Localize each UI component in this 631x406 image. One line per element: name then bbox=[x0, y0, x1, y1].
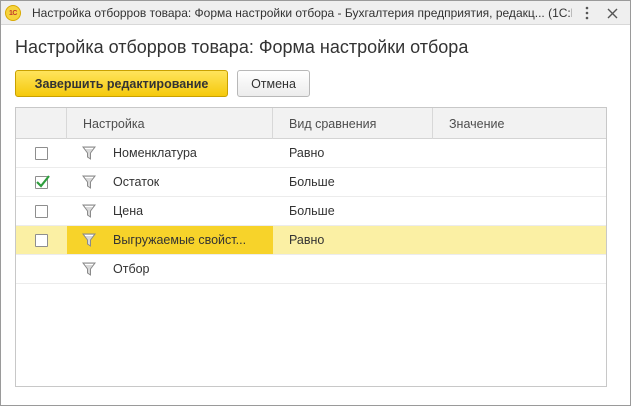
filter-funnel-icon bbox=[82, 262, 96, 276]
title-bar: 1С Настройка отборров товара: Форма наст… bbox=[1, 1, 630, 25]
use-checkbox-checked[interactable] bbox=[35, 174, 50, 189]
setting-name: Остаток bbox=[113, 175, 160, 189]
checkbox-cell bbox=[16, 139, 67, 167]
column-header-comparison[interactable]: Вид сравнения bbox=[273, 108, 433, 139]
use-checkbox[interactable] bbox=[35, 204, 48, 218]
column-header-check[interactable] bbox=[16, 108, 67, 139]
cancel-button[interactable]: Отмена bbox=[237, 70, 310, 97]
setting-name: Цена bbox=[113, 204, 144, 218]
setting-cell-active[interactable]: Выгружаемые свойст... bbox=[67, 226, 273, 254]
use-checkbox[interactable] bbox=[35, 146, 48, 160]
table-row-selected[interactable]: Выгружаемые свойст... Равно bbox=[16, 226, 606, 255]
checkbox-cell bbox=[16, 255, 67, 283]
setting-name: Отбор bbox=[113, 262, 150, 276]
value-cell[interactable] bbox=[433, 197, 606, 225]
value-cell[interactable] bbox=[433, 226, 606, 254]
setting-cell[interactable]: Номенклатура bbox=[67, 139, 273, 167]
filter-funnel-icon bbox=[82, 175, 96, 189]
table-row[interactable]: Остаток Больше bbox=[16, 168, 606, 197]
column-header-value[interactable]: Значение bbox=[433, 108, 606, 139]
comparison-cell[interactable]: Равно bbox=[273, 226, 433, 254]
filter-settings-table: Настройка Вид сравнения Значение Номенкл… bbox=[15, 107, 607, 387]
table-row[interactable]: Номенклатура Равно bbox=[16, 139, 606, 168]
table-header: Настройка Вид сравнения Значение bbox=[16, 108, 606, 139]
checkbox-cell bbox=[16, 168, 67, 196]
checkbox-cell bbox=[16, 197, 67, 225]
value-cell[interactable] bbox=[433, 168, 606, 196]
setting-cell[interactable]: Остаток bbox=[67, 168, 273, 196]
close-icon[interactable] bbox=[603, 4, 621, 22]
filter-funnel-icon bbox=[82, 204, 96, 218]
window-title: Настройка отборров товара: Форма настрой… bbox=[32, 6, 572, 20]
comparison-cell[interactable]: Равно bbox=[273, 139, 433, 167]
filter-funnel-icon bbox=[82, 146, 96, 160]
finish-editing-button[interactable]: Завершить редактирование bbox=[15, 70, 228, 97]
table-row[interactable]: Цена Больше bbox=[16, 197, 606, 226]
form-title: Настройка отборров товара: Форма настрой… bbox=[15, 37, 469, 57]
use-checkbox[interactable] bbox=[35, 233, 48, 247]
app-logo-icon: 1С bbox=[5, 5, 21, 21]
dialog-window: 1С Настройка отборров товара: Форма наст… bbox=[0, 0, 631, 406]
more-vertical-icon[interactable] bbox=[578, 4, 596, 22]
comparison-cell[interactable]: Больше bbox=[273, 197, 433, 225]
filter-funnel-icon bbox=[82, 233, 96, 247]
setting-cell[interactable]: Цена bbox=[67, 197, 273, 225]
comparison-cell[interactable]: Больше bbox=[273, 168, 433, 196]
column-header-setting[interactable]: Настройка bbox=[67, 108, 273, 139]
value-cell[interactable] bbox=[433, 139, 606, 167]
setting-cell[interactable]: Отбор bbox=[67, 255, 273, 283]
checkmark-icon bbox=[36, 174, 50, 188]
setting-name: Номенклатура bbox=[113, 146, 197, 160]
value-cell[interactable] bbox=[433, 255, 606, 283]
table-row[interactable]: Отбор bbox=[16, 255, 606, 284]
setting-name: Выгружаемые свойст... bbox=[113, 233, 247, 247]
checkbox-cell bbox=[16, 226, 67, 254]
comparison-cell[interactable] bbox=[273, 255, 433, 283]
